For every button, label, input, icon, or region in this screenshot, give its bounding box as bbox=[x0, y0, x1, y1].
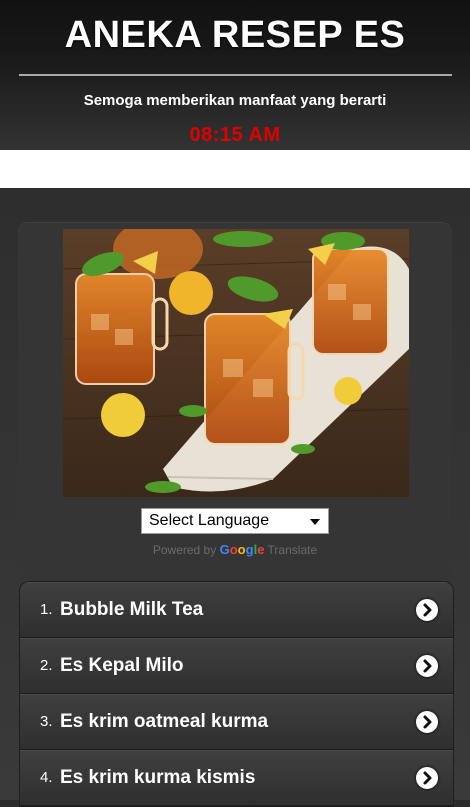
translate-link[interactable]: Translate bbox=[268, 543, 318, 557]
dropdown-caret-icon bbox=[310, 519, 320, 525]
list-item-number: 3. bbox=[40, 713, 53, 730]
google-letter: o bbox=[237, 542, 246, 557]
list-item-label: Es Kepal Milo bbox=[60, 655, 184, 676]
header-divider bbox=[19, 74, 452, 76]
powered-by-label: Powered by bbox=[152, 543, 217, 557]
clock-display: 08:15 AM bbox=[189, 124, 281, 146]
list-item-number: 2. bbox=[40, 657, 53, 674]
google-letter: e bbox=[257, 542, 265, 557]
list-item-label: Es krim oatmeal kurma bbox=[60, 711, 269, 732]
google-letter: g bbox=[245, 542, 254, 557]
google-letter: o bbox=[229, 542, 238, 557]
list-item-label: Bubble Milk Tea bbox=[60, 599, 204, 620]
chevron-right-icon bbox=[416, 599, 438, 621]
list-item[interactable]: 1. Bubble Milk Tea bbox=[20, 582, 453, 638]
language-select[interactable]: Select Language bbox=[141, 508, 329, 534]
language-select-value: Select Language bbox=[149, 512, 270, 529]
google-logo[interactable]: Google bbox=[220, 542, 265, 557]
list-item-label: Es krim kurma kismis bbox=[60, 767, 256, 788]
app-header: ANEKA RESEP ES Semoga memberikan manfaat… bbox=[0, 0, 470, 150]
chevron-right-icon bbox=[416, 711, 438, 733]
hero-image bbox=[63, 229, 409, 497]
list-item-number: 4. bbox=[40, 769, 53, 786]
list-item[interactable]: 4. Es krim kurma kismis bbox=[20, 750, 453, 806]
chevron-right-icon bbox=[416, 655, 438, 677]
list-item[interactable]: 3. Es krim oatmeal kurma bbox=[20, 694, 453, 750]
ad-banner-area bbox=[0, 150, 470, 188]
chevron-right-icon bbox=[416, 767, 438, 789]
list-item[interactable]: 2. Es Kepal Milo bbox=[20, 638, 453, 694]
list-item-number: 1. bbox=[40, 601, 53, 618]
google-letter: G bbox=[219, 542, 230, 557]
powered-by-google-translate: Powered by Google Translate bbox=[0, 542, 470, 557]
app-subtitle: Semoga memberikan manfaat yang berarti bbox=[83, 92, 387, 109]
recipe-list: 1. Bubble Milk Tea 2. Es Kepal Milo 3. E… bbox=[19, 581, 454, 807]
app-title: ANEKA RESEP ES bbox=[64, 14, 406, 56]
